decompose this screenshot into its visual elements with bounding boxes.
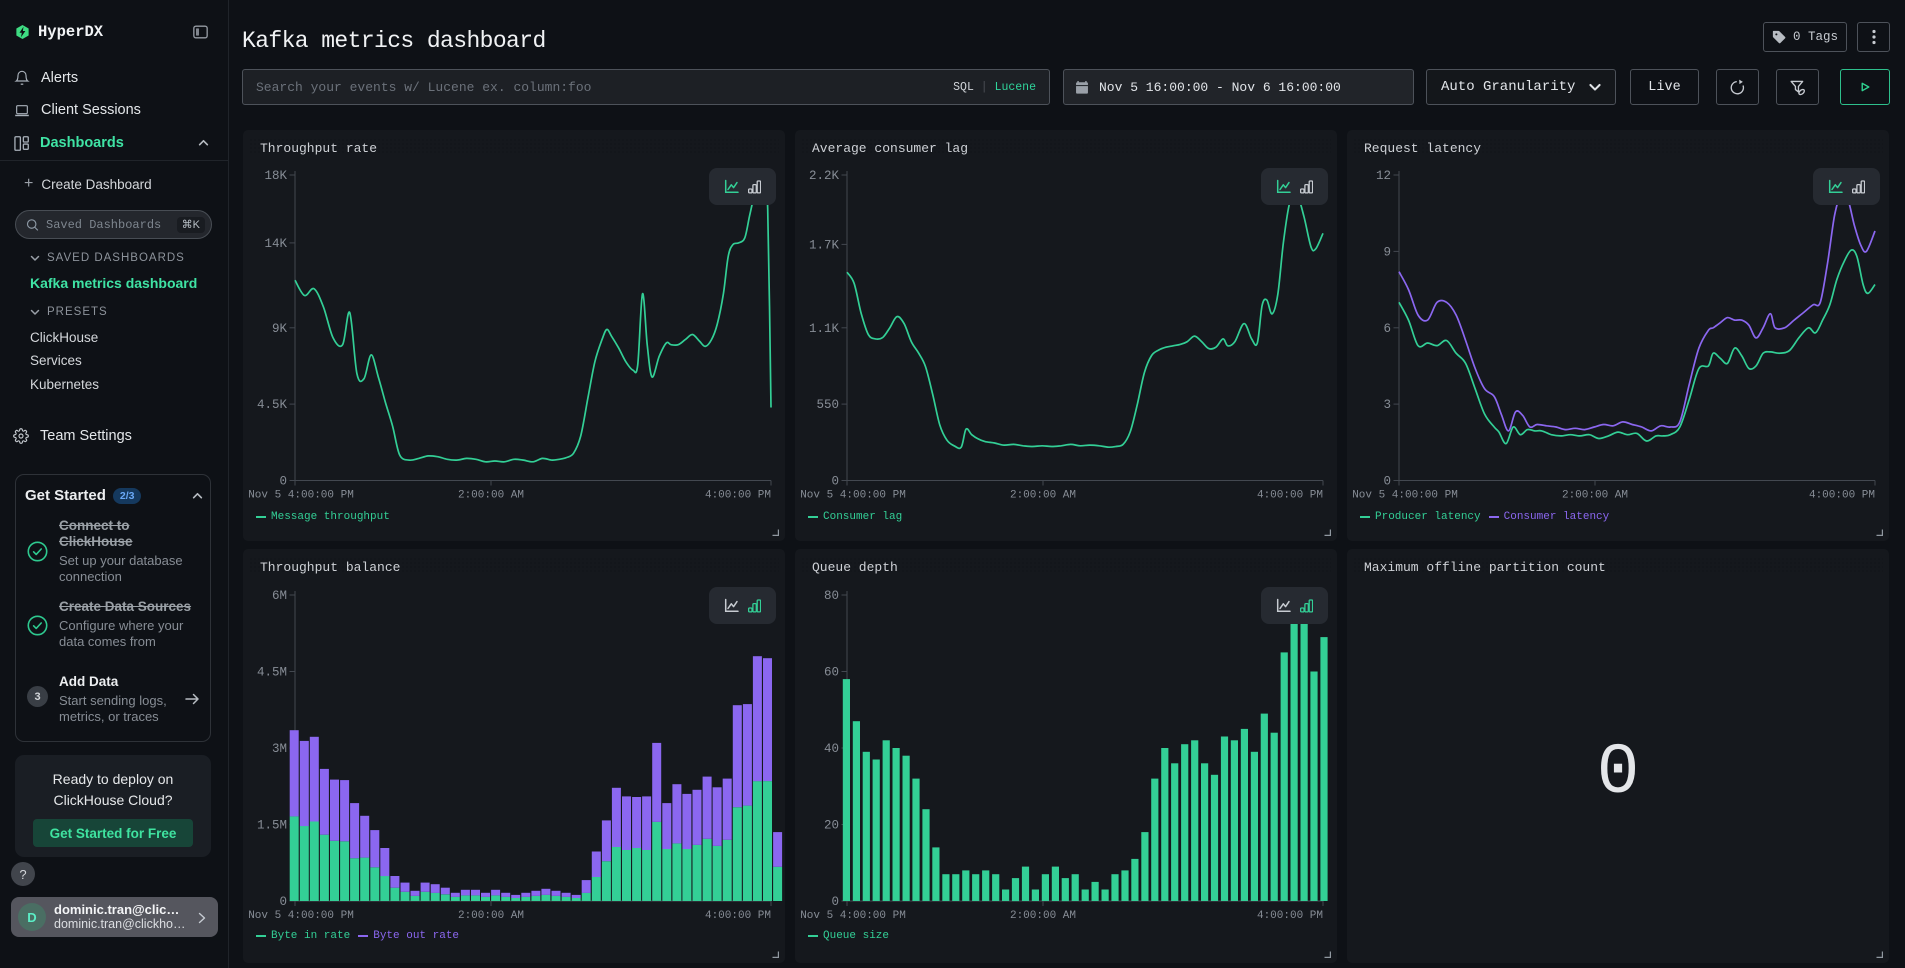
svg-text:60: 60 xyxy=(824,666,839,680)
svg-text:9: 9 xyxy=(1383,245,1391,259)
svg-text:6M: 6M xyxy=(272,589,287,603)
svg-text:2:00:00 AM: 2:00:00 AM xyxy=(1010,490,1076,502)
svg-text:40: 40 xyxy=(824,742,839,756)
svg-text:1.1K: 1.1K xyxy=(809,322,840,336)
svg-text:Nov 5 4:00:00 PM: Nov 5 4:00:00 PM xyxy=(800,490,906,502)
svg-text:6: 6 xyxy=(1383,322,1391,336)
svg-text:4:00:00 PM: 4:00:00 PM xyxy=(1257,910,1323,922)
svg-text:18K: 18K xyxy=(264,169,287,183)
svg-text:Nov 5 4:00:00 PM: Nov 5 4:00:00 PM xyxy=(800,910,906,922)
svg-text:1.7K: 1.7K xyxy=(809,238,840,252)
svg-text:0: 0 xyxy=(279,895,287,909)
svg-text:1.5M: 1.5M xyxy=(257,819,287,833)
svg-text:2.2K: 2.2K xyxy=(809,169,840,183)
svg-text:3: 3 xyxy=(1383,398,1391,412)
svg-text:4:00:00 PM: 4:00:00 PM xyxy=(705,490,771,502)
svg-text:2:00:00 AM: 2:00:00 AM xyxy=(1010,910,1076,922)
svg-text:3M: 3M xyxy=(272,742,287,756)
svg-text:14K: 14K xyxy=(264,237,287,251)
svg-text:0: 0 xyxy=(279,475,287,489)
svg-text:Nov 5 4:00:00 PM: Nov 5 4:00:00 PM xyxy=(248,910,354,922)
svg-text:4.5K: 4.5K xyxy=(257,398,288,412)
svg-text:0: 0 xyxy=(831,895,839,909)
svg-text:9K: 9K xyxy=(272,322,288,336)
svg-text:2:00:00 AM: 2:00:00 AM xyxy=(1562,490,1628,502)
svg-text:4:00:00 PM: 4:00:00 PM xyxy=(1809,490,1875,502)
svg-text:550: 550 xyxy=(816,398,839,412)
svg-text:4.5M: 4.5M xyxy=(257,666,287,680)
svg-text:12: 12 xyxy=(1376,169,1391,183)
svg-text:4:00:00 PM: 4:00:00 PM xyxy=(1257,490,1323,502)
svg-text:2:00:00 AM: 2:00:00 AM xyxy=(458,490,524,502)
svg-text:Nov 5 4:00:00 PM: Nov 5 4:00:00 PM xyxy=(248,490,354,502)
svg-text:80: 80 xyxy=(824,589,839,603)
svg-text:2:00:00 AM: 2:00:00 AM xyxy=(458,910,524,922)
svg-text:0: 0 xyxy=(831,475,839,489)
svg-text:0: 0 xyxy=(1383,475,1391,489)
svg-text:Nov 5 4:00:00 PM: Nov 5 4:00:00 PM xyxy=(1352,490,1458,502)
svg-text:20: 20 xyxy=(824,819,839,833)
svg-text:4:00:00 PM: 4:00:00 PM xyxy=(705,910,771,922)
